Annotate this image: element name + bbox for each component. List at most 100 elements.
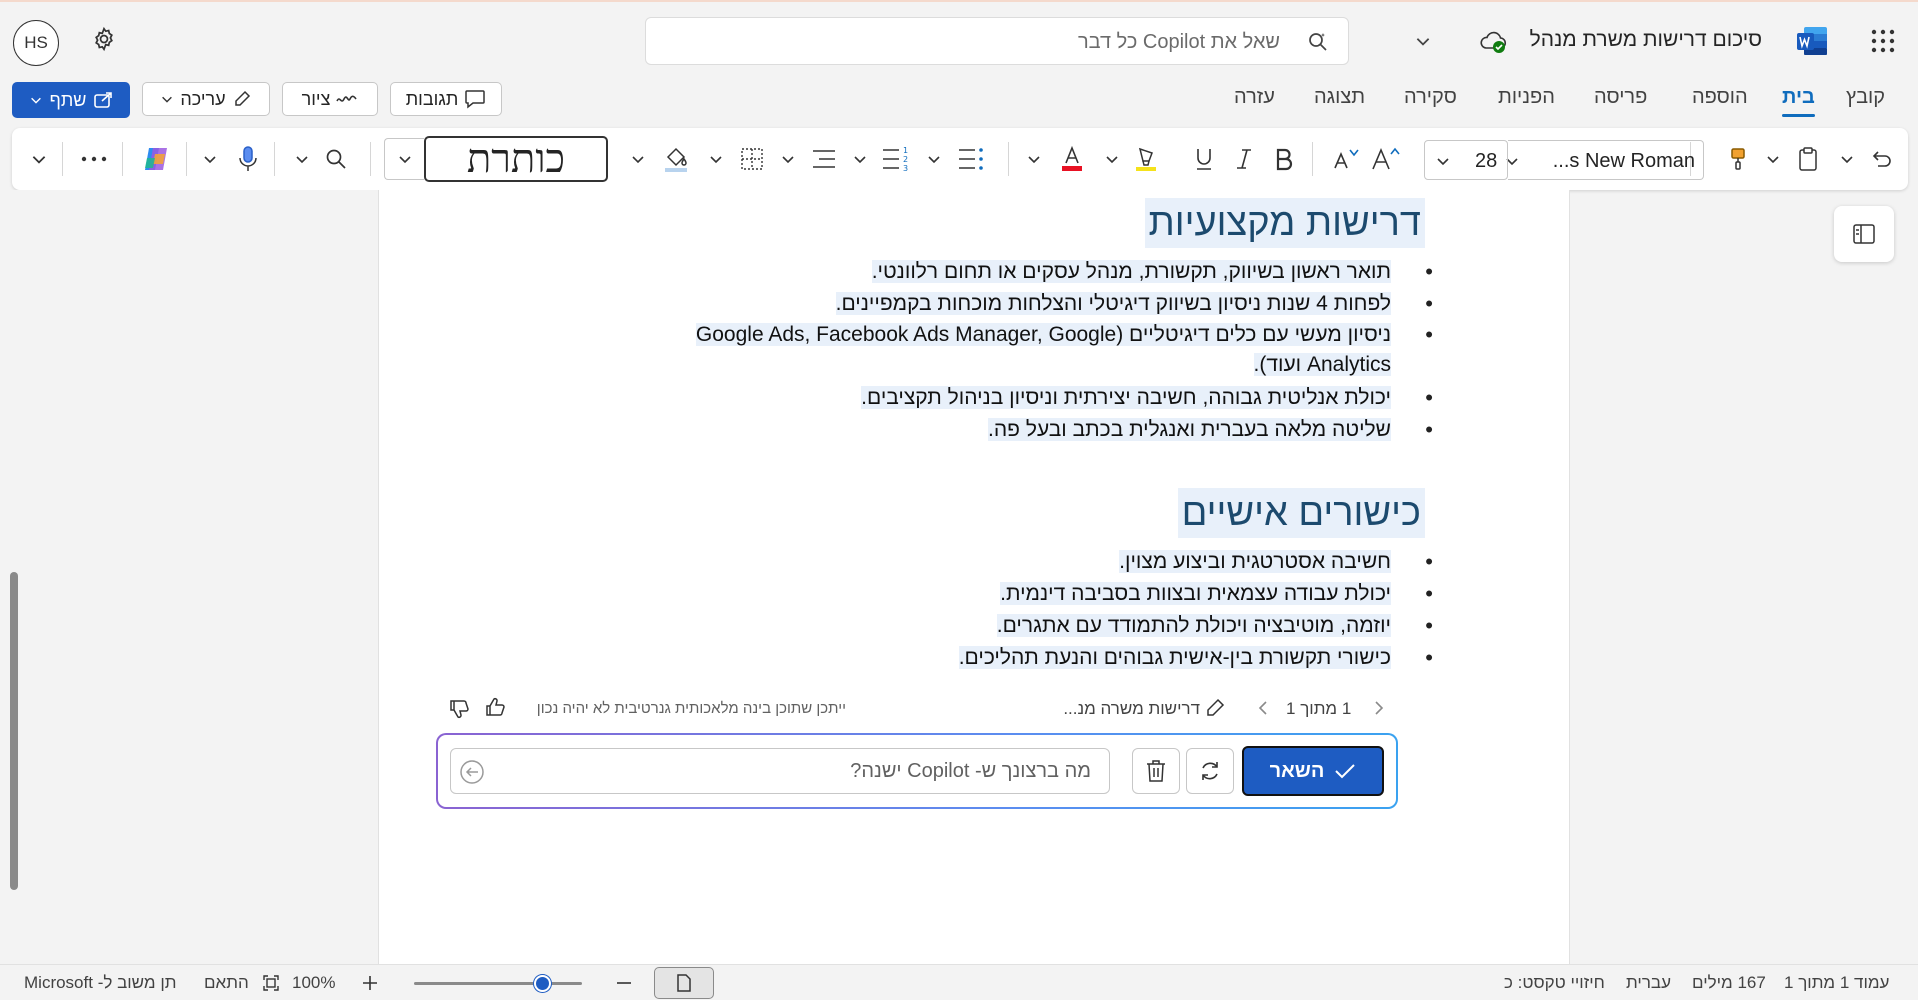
format-painter-icon[interactable] <box>1720 128 1756 190</box>
page-count[interactable]: עמוד 1 מתוך 1 <box>1784 973 1889 993</box>
chevron-down-icon[interactable] <box>704 128 728 190</box>
word-logo-icon[interactable] <box>1796 26 1828 56</box>
chevron-down-icon[interactable] <box>776 128 800 190</box>
list-item[interactable]: כישורי תקשורת בין-אישית גבוהים והנעת תהל… <box>958 642 1433 674</box>
thumbs-down-icon[interactable] <box>448 698 470 720</box>
chevron-down-icon[interactable] <box>384 138 424 180</box>
undo-icon[interactable] <box>1864 128 1900 190</box>
zoom-slider[interactable] <box>414 975 582 992</box>
search-box[interactable]: שאל את Copilot כל דבר <box>645 17 1349 65</box>
list-item[interactable]: יוזמה, מוטיבציה ויכולת להתמודד עם אתגרים… <box>959 610 1433 642</box>
list-item[interactable]: יכולת עבודה עצמאית ובצוות בסביבה דינמית. <box>959 578 1433 610</box>
zoom-level[interactable]: 100% <box>292 973 335 993</box>
paste-icon[interactable] <box>1790 128 1826 190</box>
tab-references[interactable]: הפניות <box>1498 86 1555 109</box>
copilot-icon[interactable] <box>136 128 176 190</box>
zoom-out-icon[interactable] <box>614 973 634 993</box>
list-item[interactable]: שליטה מלאה בעברית ואנגלית בכתב ובעל פה. <box>651 414 1433 446</box>
list-item[interactable]: לפחות 4 שנות ניסיון בשיווק דיגיטלי והצלח… <box>651 288 1433 320</box>
rename-pencil-icon[interactable] <box>1204 697 1226 719</box>
style-gallery-current[interactable]: כותרת <box>424 136 608 182</box>
tab-review[interactable]: סקירה <box>1404 86 1457 109</box>
chevron-down-icon[interactable] <box>922 128 946 190</box>
shrink-font-icon[interactable] <box>1328 128 1364 190</box>
regenerate-button[interactable] <box>1186 748 1234 794</box>
borders-icon[interactable] <box>734 128 770 190</box>
section-heading[interactable]: כישורים אישיים <box>1177 488 1425 538</box>
chevron-down-icon[interactable] <box>198 128 222 190</box>
chevron-down-icon[interactable] <box>290 128 314 190</box>
discard-button[interactable] <box>1132 748 1180 794</box>
highlight-icon[interactable] <box>1128 128 1164 190</box>
italic-icon[interactable] <box>1226 128 1262 190</box>
editing-label: עריכה <box>180 88 226 109</box>
bullets-icon[interactable] <box>952 128 988 190</box>
send-arrow-icon[interactable] <box>459 759 485 785</box>
separator <box>274 142 275 176</box>
zoom-in-icon[interactable] <box>360 973 380 993</box>
font-name-box[interactable]: ...s New Roman <box>1506 140 1704 180</box>
document-title[interactable]: סיכום דרישות משרת מנהל <box>1518 28 1762 52</box>
word-count[interactable]: 167 מילים <box>1692 973 1766 993</box>
chevron-down-icon[interactable] <box>848 128 872 190</box>
align-icon[interactable] <box>806 128 842 190</box>
section-heading[interactable]: דרישות מקצועיות <box>1144 198 1425 248</box>
tab-layout[interactable]: פריסה <box>1594 86 1647 109</box>
document-page[interactable]: דרישות מקצועיות תואר ראשון בשיווק, תקשור… <box>378 190 1570 964</box>
copilot-change-input[interactable]: מה ברצונך ש- Copilot ישנה? <box>450 748 1110 794</box>
list-item-text: חשיבה אסטרטגית וביצוע מצוין. <box>1119 550 1391 573</box>
font-size-box[interactable]: 28 <box>1424 140 1508 180</box>
comments-button[interactable]: תגובות <box>390 82 502 116</box>
grow-font-icon[interactable] <box>1368 128 1404 190</box>
chevron-down-icon[interactable] <box>1414 32 1432 50</box>
refresh-icon <box>1198 759 1222 783</box>
chevron-right-icon[interactable] <box>1372 700 1386 716</box>
share-button[interactable]: שתף <box>12 82 130 118</box>
feedback-link[interactable]: תן משוב ל- Microsoft <box>24 973 176 993</box>
text-predictions-status[interactable]: חיזויי טקסט: כ <box>1504 973 1605 993</box>
zoom-slider-thumb[interactable] <box>534 975 551 992</box>
tab-insert[interactable]: הוספה <box>1692 86 1748 109</box>
tab-home[interactable]: בית <box>1782 86 1815 117</box>
list-item[interactable]: יכולת אנליטית גבוהה, חשיבה יצירתית וניסי… <box>651 382 1433 414</box>
vertical-scrollbar[interactable] <box>10 572 18 890</box>
draw-button[interactable]: ציור <box>282 82 378 116</box>
tab-view[interactable]: תצוגה <box>1314 86 1365 109</box>
expand-ribbon-chevron-icon[interactable] <box>24 128 54 190</box>
underline-icon[interactable] <box>1186 128 1222 190</box>
draft-title[interactable]: דרישות משרה מנ... <box>1056 699 1200 719</box>
chevron-down-icon[interactable] <box>1834 128 1860 190</box>
ai-disclaimer: ייתכן שתוכן בינה מלאכותית גנרטיבית לא יה… <box>536 700 846 717</box>
search-input[interactable]: שאל את Copilot כל דבר <box>1078 31 1280 54</box>
gear-icon[interactable] <box>91 26 117 52</box>
chevron-down-icon[interactable] <box>1760 128 1786 190</box>
find-icon[interactable] <box>318 128 354 190</box>
more-options-icon[interactable] <box>74 128 114 190</box>
avatar[interactable]: HS <box>13 20 59 66</box>
print-layout-button[interactable] <box>654 967 714 999</box>
tab-help[interactable]: עזרה <box>1234 86 1275 109</box>
editing-mode-button[interactable]: עריכה <box>142 82 270 116</box>
list-item[interactable]: חשיבה אסטרטגית וביצוע מצוין. <box>959 546 1433 578</box>
language-indicator[interactable]: עברית <box>1626 973 1671 993</box>
chevron-down-icon[interactable] <box>626 128 650 190</box>
fit-button[interactable]: התאם <box>204 973 249 993</box>
chevron-down-icon[interactable] <box>1100 128 1124 190</box>
list-item[interactable]: ניסיון מעשי עם כלים דיגיטליים (Google Ad… <box>651 320 1433 380</box>
list-item-text: יוזמה, מוטיבציה ויכולת להתמודד עם אתגרים… <box>996 614 1391 637</box>
list-item[interactable]: תואר ראשון בשיווק, תקשורת, מנהל עסקים או… <box>651 256 1433 288</box>
microphone-icon[interactable] <box>230 128 266 190</box>
tab-file[interactable]: קובץ <box>1846 86 1885 109</box>
comment-icon <box>464 89 486 109</box>
numbering-icon[interactable]: 123 <box>878 128 914 190</box>
font-color-icon[interactable] <box>1054 128 1090 190</box>
thumbs-up-icon[interactable] <box>484 696 506 718</box>
shading-icon[interactable] <box>658 128 694 190</box>
app-launcher-icon[interactable] <box>1870 28 1896 54</box>
side-panel-button[interactable] <box>1834 206 1894 262</box>
bold-icon[interactable] <box>1266 128 1302 190</box>
chevron-down-icon[interactable] <box>1022 128 1046 190</box>
comments-label: תגובות <box>405 88 459 109</box>
chevron-left-icon[interactable] <box>1256 700 1270 716</box>
keep-button[interactable]: השאר <box>1242 746 1384 796</box>
